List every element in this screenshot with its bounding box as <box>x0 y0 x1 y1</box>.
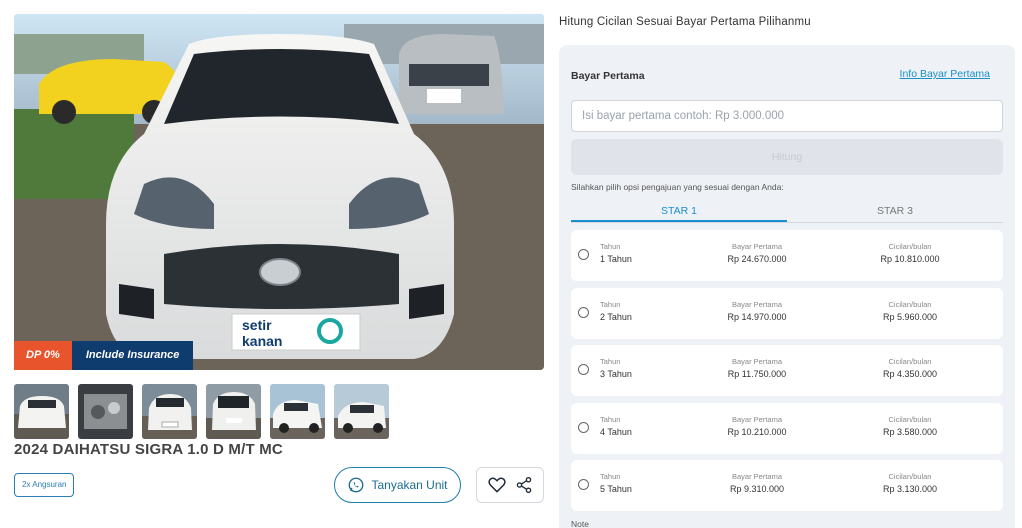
tenor-value: 5 Tahun <box>600 484 632 494</box>
tenor-label: Tahun <box>600 414 621 424</box>
tenor-label: Tahun <box>600 299 621 309</box>
option-4-years[interactable]: Tahun 4 Tahun Bayar Pertama Rp 10.210.000 … <box>571 402 1003 454</box>
tenor-value: 3 Tahun <box>600 369 632 379</box>
dp-value: Rp 9.310.000 <box>729 484 785 494</box>
ask-unit-button[interactable]: Tanyakan Unit <box>334 467 461 503</box>
tenor-label: Tahun <box>600 472 621 481</box>
tab-star-3[interactable]: STAR 3 <box>787 201 1003 222</box>
tenor-label: Tahun <box>600 357 621 366</box>
option-hint: Silahkan pilih opsi pengajuan yang sesua… <box>571 182 784 192</box>
calculator-panel: Bayar Pertama Info Bayar Pertama Hitung … <box>559 45 1015 528</box>
tenor-label: Tahun <box>600 242 621 251</box>
thumbnail-1[interactable] <box>14 384 69 439</box>
option-list: Tahun 1 Tahun Bayar Pertama Rp 24.670.000 … <box>571 230 1003 518</box>
radio-button[interactable] <box>578 479 589 490</box>
main-car-photo[interactable]: setir kanan <box>14 14 544 370</box>
dp-label: Bayar Pertama <box>731 472 783 481</box>
note-label: Note <box>571 519 589 528</box>
installment-label: Cicilan/bulan <box>888 414 932 424</box>
calculate-button[interactable]: Hitung <box>571 139 1003 175</box>
radio-button[interactable] <box>578 306 589 318</box>
tenor-value: 2 Tahun <box>600 311 632 322</box>
installment-value: Rp 3.580.000 <box>882 426 938 437</box>
installment-tag: 2x Angsuran <box>14 473 75 497</box>
tab-star-1[interactable]: STAR 1 <box>571 201 787 222</box>
insurance-badge: Include Insurance <box>71 341 194 370</box>
dp-value: Rp 11.750.000 <box>727 369 787 379</box>
plan-tabs: STAR 1 STAR 3 <box>571 201 1003 223</box>
heart-icon[interactable] <box>486 474 508 496</box>
action-box <box>476 467 544 503</box>
installment-value: Rp 5.960.000 <box>882 311 938 322</box>
down-payment-label: Bayar Pertama <box>571 70 645 82</box>
dp-value: Rp 10.210.000 <box>727 426 787 437</box>
option-5-years[interactable]: Tahun 5 Tahun Bayar Pertama Rp 9.310.000 C… <box>571 460 1003 511</box>
dp-label: Bayar Pertama <box>731 414 783 424</box>
option-2-years[interactable]: Tahun 2 Tahun Bayar Pertama Rp 14.970.000 … <box>571 287 1003 339</box>
thumbnail-5[interactable] <box>270 384 325 439</box>
share-icon[interactable] <box>513 474 535 496</box>
installment-label: Cicilan/bulan <box>888 357 932 366</box>
whatsapp-icon <box>349 477 364 493</box>
option-3-years[interactable]: Tahun 3 Tahun Bayar Pertama Rp 11.750.000 … <box>571 345 1003 396</box>
dp-label: Bayar Pertama <box>731 299 783 309</box>
thumbnail-3[interactable] <box>142 384 197 439</box>
down-payment-info-link[interactable]: Info Bayar Pertama <box>900 68 990 80</box>
calculator-heading: Hitung Cicilan Sesuai Bayar Pertama Pili… <box>559 16 811 28</box>
ask-unit-label: Tanyakan Unit <box>371 478 448 492</box>
dp-value: Rp 14.970.000 <box>727 311 787 322</box>
dealer-logo-line1: setir <box>242 317 272 333</box>
dp-badge: DP 0% <box>14 341 72 370</box>
installment-label: Cicilan/bulan <box>888 472 932 481</box>
radio-button[interactable] <box>578 421 589 433</box>
promo-badges: DP 0% Include Insurance <box>14 341 194 370</box>
car-title: 2024 DAIHATSU SIGRA 1.0 D M/T MC <box>14 441 283 458</box>
listing-page: setir kanan DP 0% Include Insurance 2024… <box>0 0 1022 528</box>
installment-value: Rp 10.810.000 <box>880 254 940 264</box>
option-1-year[interactable]: Tahun 1 Tahun Bayar Pertama Rp 24.670.000 … <box>571 230 1003 281</box>
radio-button[interactable] <box>578 364 589 375</box>
installment-value: Rp 3.130.000 <box>882 484 938 494</box>
tenor-value: 1 Tahun <box>600 254 632 264</box>
installment-label: Cicilan/bulan <box>888 242 932 251</box>
dealer-logo-line2: kanan <box>242 333 282 349</box>
thumbnail-strip <box>14 384 389 439</box>
thumbnail-2[interactable] <box>78 384 133 439</box>
dp-label: Bayar Pertama <box>731 357 783 366</box>
thumbnail-6[interactable] <box>334 384 389 439</box>
tenor-value: 4 Tahun <box>600 426 632 437</box>
installment-label: Cicilan/bulan <box>888 299 932 309</box>
thumbnail-4[interactable] <box>206 384 261 439</box>
installment-value: Rp 4.350.000 <box>882 369 938 379</box>
radio-button[interactable] <box>578 249 589 260</box>
down-payment-input[interactable] <box>571 100 1003 132</box>
dp-value: Rp 24.670.000 <box>727 254 787 264</box>
dp-label: Bayar Pertama <box>731 242 783 251</box>
